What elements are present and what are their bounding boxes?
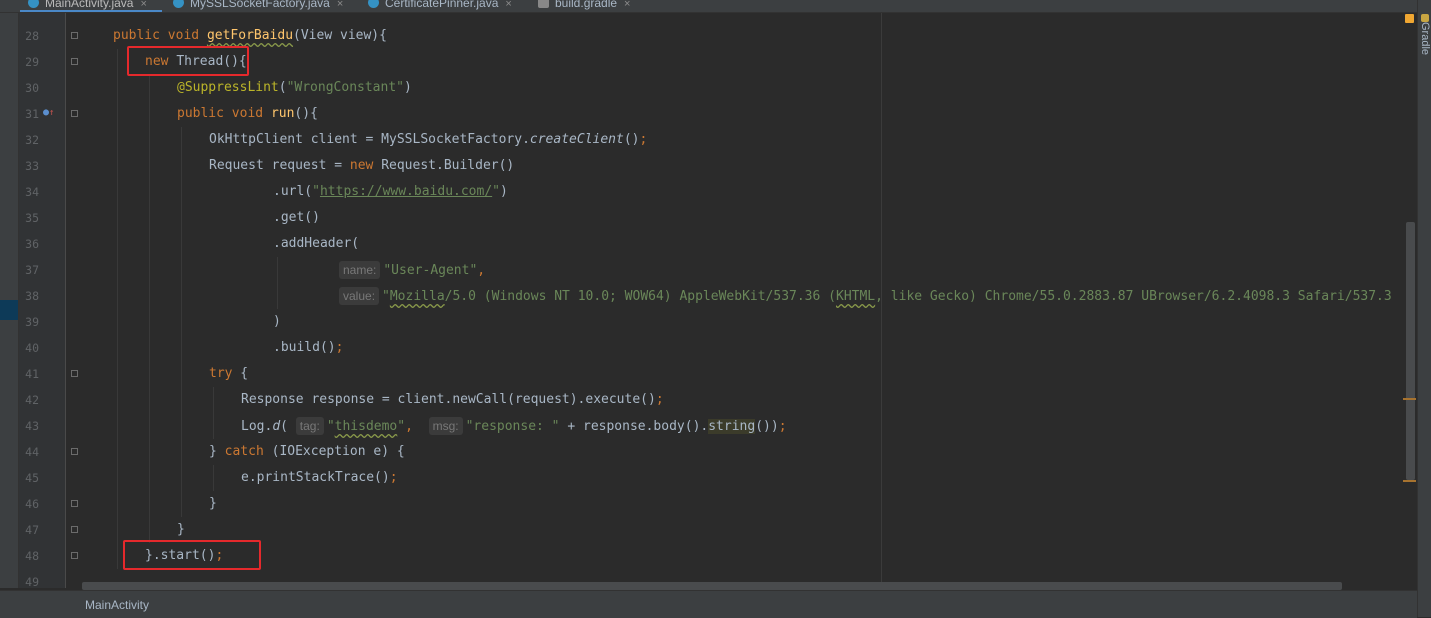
line-number: 30 [25, 81, 39, 95]
parameter-hint: value: [339, 287, 380, 305]
line-number: 37 [25, 263, 39, 277]
warning-stripe-marker[interactable] [1403, 480, 1416, 482]
line-number: 41 [25, 367, 39, 381]
fold-marker-icon[interactable] [71, 552, 78, 559]
line-number: 40 [25, 341, 39, 355]
line-number: 32 [25, 133, 39, 147]
indent-guide [181, 127, 182, 517]
close-tab-icon[interactable]: × [337, 0, 343, 10]
right-tool-strip: Gradle [1417, 0, 1431, 617]
indent-guide [117, 49, 118, 569]
code-line[interactable]: OkHttpClient client = MySSLSocketFactory… [209, 127, 647, 153]
code-line[interactable]: .addHeader( [273, 231, 359, 257]
code-line[interactable]: .build(); [273, 335, 343, 361]
fold-marker-icon[interactable] [71, 500, 78, 507]
code-line[interactable]: ) [273, 309, 281, 335]
code-line[interactable]: public void run(){ [177, 101, 318, 127]
tab-certificatepinner[interactable]: CertificatePinner.java × [368, 0, 512, 11]
line-number: 31 [25, 107, 39, 121]
horizontal-scrollbar[interactable] [82, 582, 1342, 590]
editor-tab-bar: MainActivity.java × MySSLSocketFactory.ja… [0, 0, 1417, 13]
parameter-hint: msg: [428, 417, 463, 435]
warning-stripe-marker[interactable] [1403, 398, 1416, 400]
indent-guide [213, 387, 214, 439]
line-number: 45 [25, 471, 39, 485]
line-number: 33 [25, 159, 39, 173]
active-tab-indicator [20, 10, 162, 12]
code-line[interactable]: .get() [273, 205, 320, 231]
close-tab-icon[interactable]: × [624, 0, 630, 10]
gradle-file-icon [538, 0, 549, 9]
gradle-icon [1421, 14, 1429, 22]
code-line[interactable]: try { [209, 361, 248, 387]
close-tab-icon[interactable]: × [140, 0, 146, 10]
fold-marker-icon[interactable] [71, 58, 78, 65]
line-number: 28 [25, 29, 39, 43]
override-method-icon[interactable]: ●↑ [43, 107, 54, 119]
code-line[interactable]: } [209, 491, 217, 517]
line-number: 46 [25, 497, 39, 511]
line-number: 36 [25, 237, 39, 251]
line-number: 48 [25, 549, 39, 563]
line-number: 38 [25, 289, 39, 303]
java-class-icon [368, 0, 379, 9]
current-position-marker [0, 300, 18, 320]
java-class-icon [173, 0, 184, 9]
fold-marker-icon[interactable] [71, 370, 78, 377]
vertical-scrollbar[interactable] [1406, 222, 1415, 480]
fold-marker-icon[interactable] [71, 32, 78, 39]
code-line[interactable]: @SuppressLint("WrongConstant") [177, 75, 412, 101]
tab-build-gradle[interactable]: build.gradle × [538, 0, 630, 11]
gradle-tool-button[interactable]: Gradle [1419, 22, 1431, 55]
left-tool-strip [0, 13, 19, 588]
breadcrumb-bar: MainActivity [0, 590, 1417, 618]
fold-marker-icon[interactable] [71, 110, 78, 117]
code-line[interactable]: e.printStackTrace(); [241, 465, 398, 491]
parameter-hint: name: [339, 261, 381, 279]
line-number: 39 [25, 315, 39, 329]
highlight-box-thread-end [123, 540, 261, 570]
code-line[interactable]: value: "Mozilla/5.0 (Windows NT 10.0; WOW… [339, 283, 1392, 309]
close-tab-icon[interactable]: × [505, 0, 511, 10]
indent-guide [213, 465, 214, 491]
highlight-box-thread-start [127, 46, 249, 76]
code-line[interactable]: Log.d( tag: "thisdemo", msg: "response: " … [241, 413, 787, 439]
indent-guide [277, 257, 278, 309]
line-number: 43 [25, 419, 39, 433]
tab-mysslsocketfactory[interactable]: MySSLSocketFactory.java × [173, 0, 343, 11]
indent-guide [149, 75, 150, 543]
inspection-status-icon[interactable] [1405, 14, 1414, 23]
code-line[interactable]: Request request = new Request.Builder() [209, 153, 514, 179]
line-number: 34 [25, 185, 39, 199]
line-number: 29 [25, 55, 39, 69]
fold-marker-icon[interactable] [71, 526, 78, 533]
line-number: 47 [25, 523, 39, 537]
line-number: 42 [25, 393, 39, 407]
code-line[interactable]: Response response = client.newCall(reque… [241, 387, 664, 413]
breadcrumb[interactable]: MainActivity [85, 598, 149, 612]
code-line[interactable]: .url("https://www.baidu.com/") [273, 179, 508, 205]
url-link[interactable]: https://www.baidu.com/ [320, 184, 492, 199]
parameter-hint: tag: [295, 417, 324, 435]
line-number: 44 [25, 445, 39, 459]
code-line[interactable]: name: "User-Agent", [339, 257, 485, 283]
code-line[interactable]: } catch (IOException e) { [209, 439, 405, 465]
java-class-icon [28, 0, 39, 9]
fold-marker-icon[interactable] [71, 448, 78, 455]
line-number: 35 [25, 211, 39, 225]
